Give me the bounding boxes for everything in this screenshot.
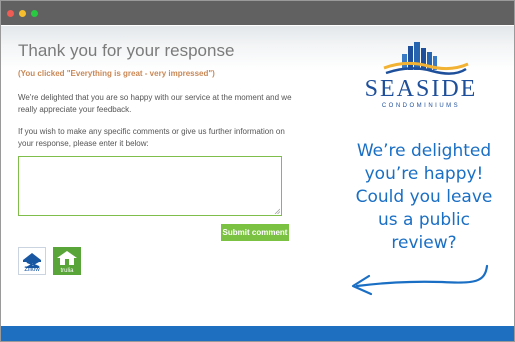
- page-title: Thank you for your response: [18, 41, 235, 60]
- review-request-line-1: We’re delighted: [356, 141, 492, 161]
- maximize-window-button[interactable]: [31, 9, 38, 17]
- brand-name: SEASIDE: [364, 76, 478, 102]
- thanks-paragraph: We're delighted that you are so happy wi…: [18, 93, 292, 114]
- trulia-label: trulia: [60, 268, 74, 274]
- zillow-icon: [23, 253, 41, 268]
- clicked-note: (You clicked "Everything is great - very…: [18, 69, 215, 78]
- review-request: We’re delighted you’re happy! Could you …: [344, 140, 504, 255]
- brand-subtitle: CONDOMINIUMS: [381, 103, 461, 109]
- minimize-window-button[interactable]: [19, 9, 26, 17]
- zillow-label: Zillow: [24, 267, 40, 273]
- instructions-paragraph: If you wish to make any specific comment…: [18, 127, 285, 148]
- review-request-line-3: Could you leave: [355, 187, 493, 207]
- browser-window: Thank you for your response (You clicked…: [0, 0, 515, 342]
- resize-grip-icon[interactable]: [274, 208, 280, 214]
- trulia-link[interactable]: trulia: [53, 247, 81, 275]
- arrow-left-icon: [351, 264, 489, 296]
- review-request-line-2: you’re happy!: [364, 164, 484, 184]
- skyline-icon: [383, 42, 469, 75]
- seaside-logo: SEASIDE CONDOMINIUMS: [346, 38, 496, 118]
- footer-bar: [1, 326, 514, 341]
- trulia-icon: [57, 251, 77, 265]
- zillow-link[interactable]: Zillow: [18, 247, 46, 275]
- comment-textarea[interactable]: [18, 156, 282, 216]
- submit-comment-button[interactable]: Submit comment: [221, 224, 289, 241]
- review-request-line-4: us a public review?: [377, 210, 470, 253]
- window-titlebar: [1, 1, 514, 25]
- close-window-button[interactable]: [7, 9, 14, 17]
- page-content: Thank you for your response (You clicked…: [1, 26, 514, 326]
